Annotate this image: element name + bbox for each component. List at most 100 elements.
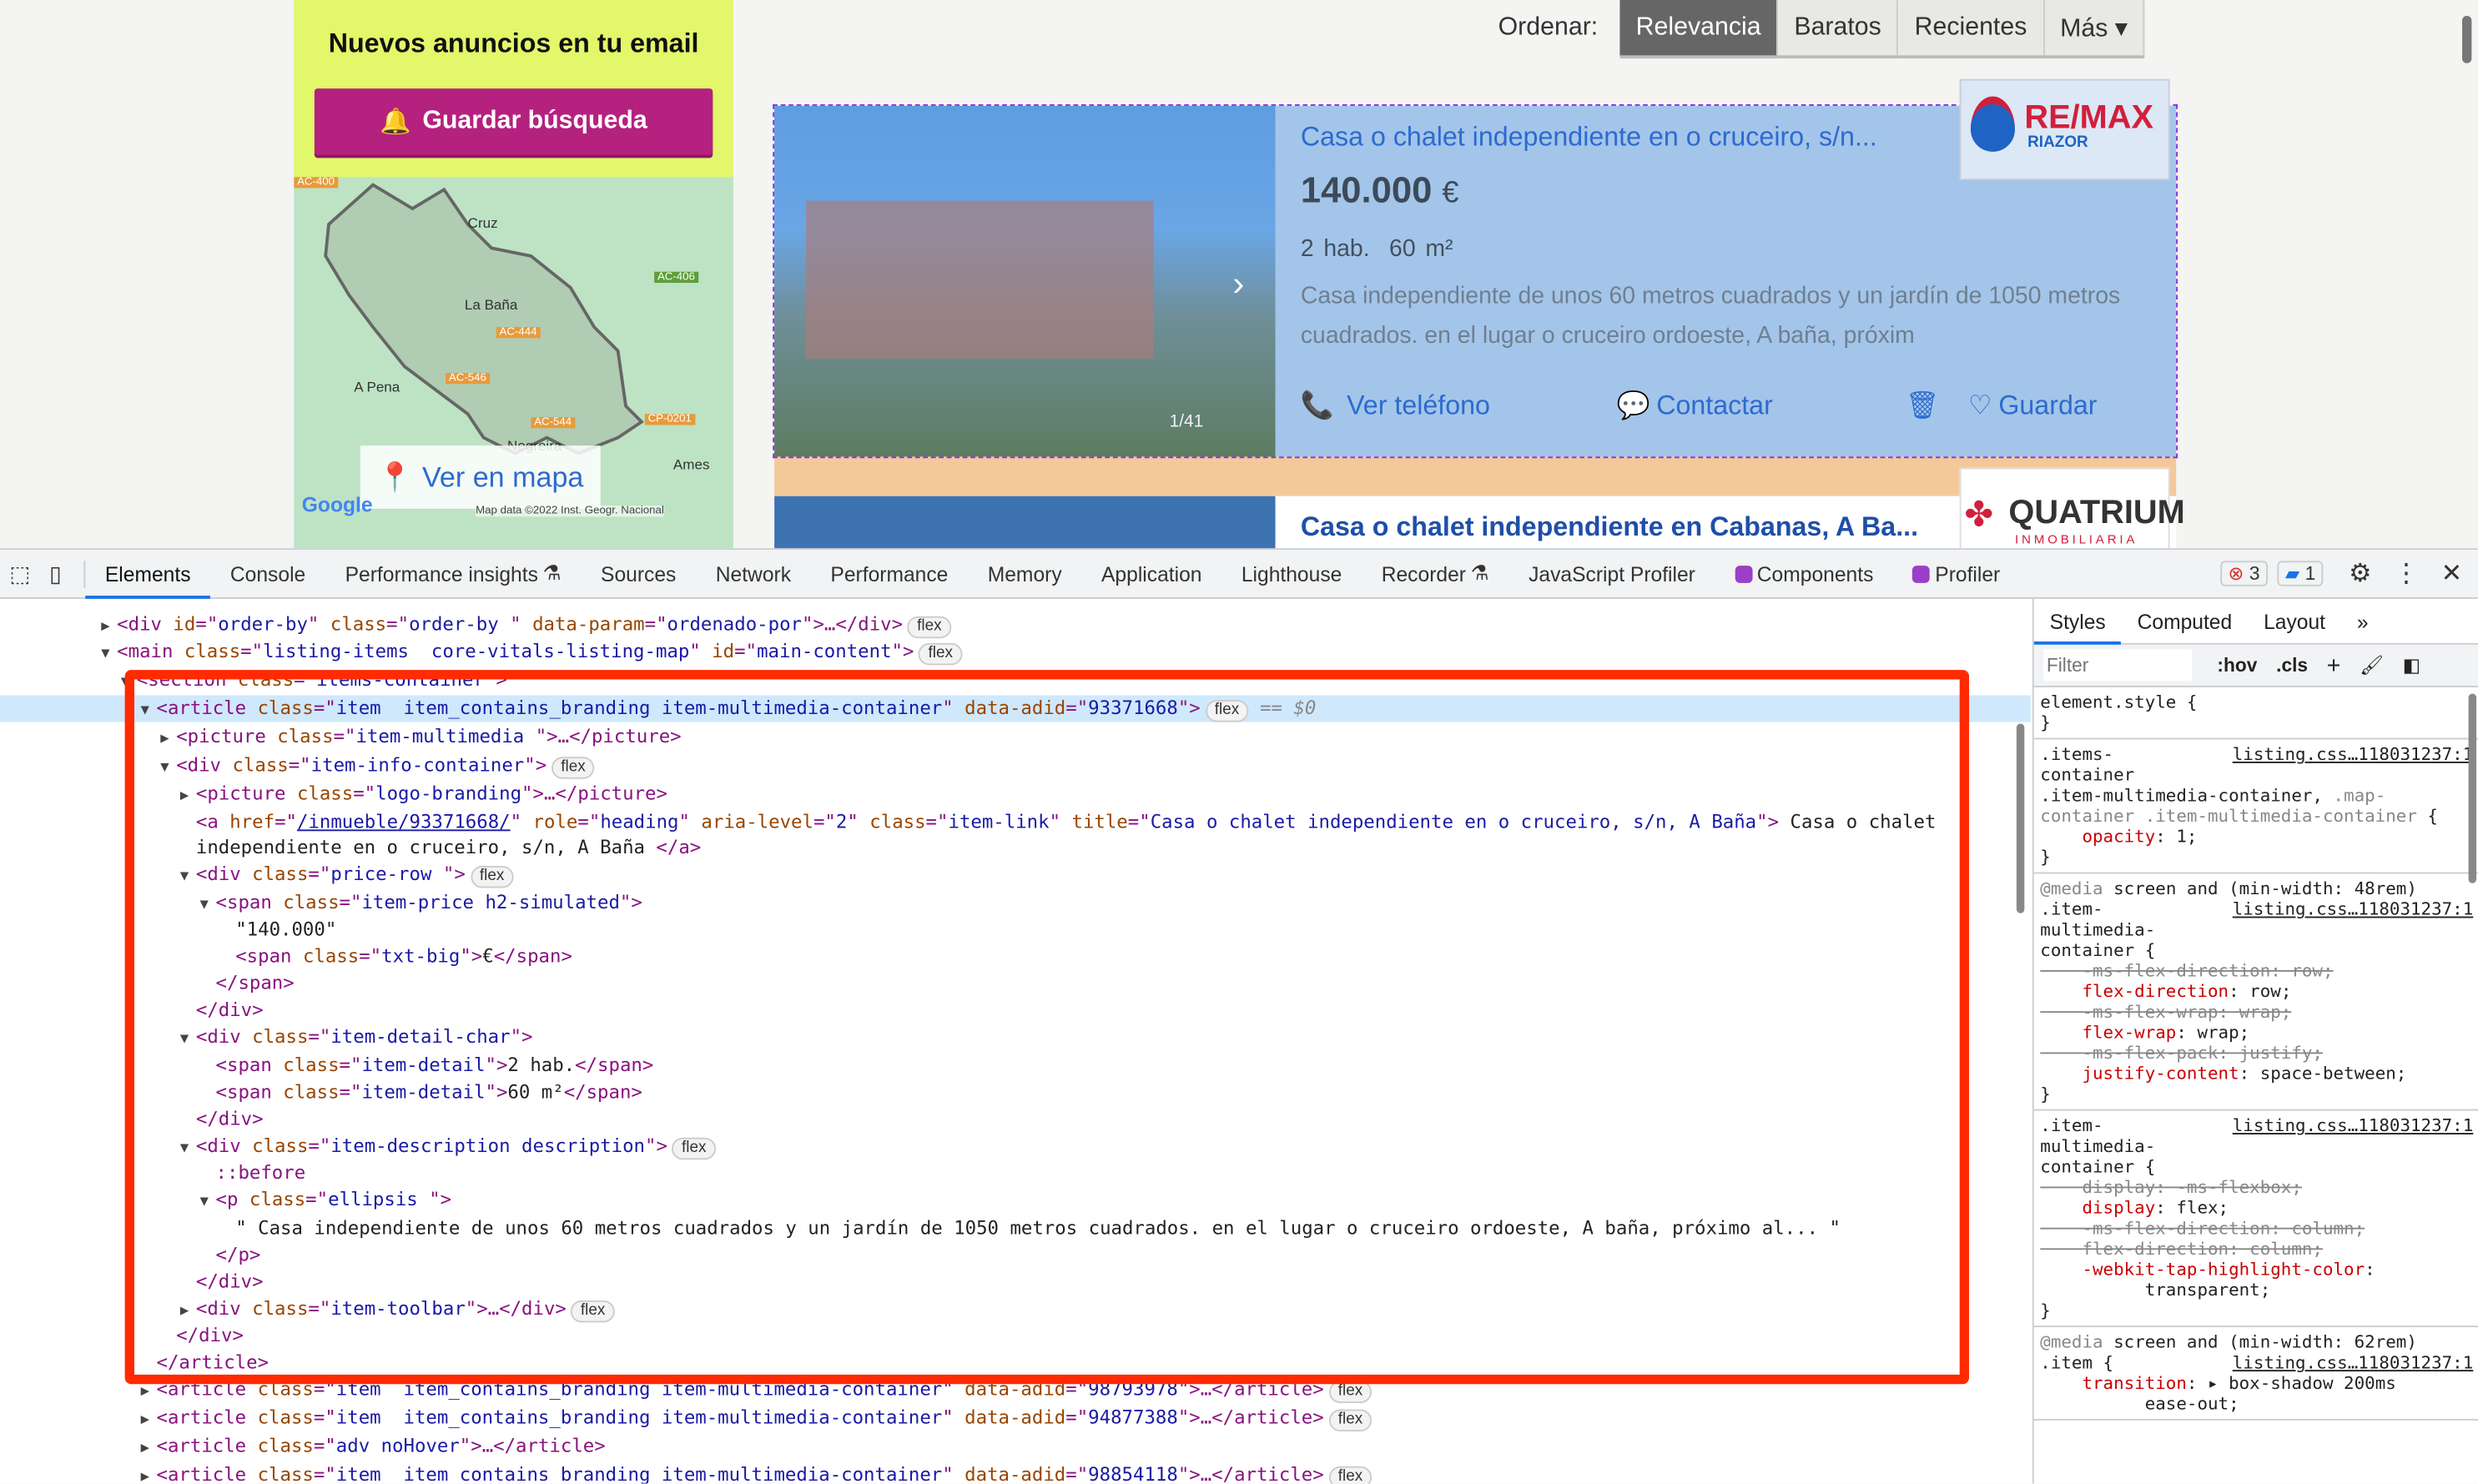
expand-toggle-icon[interactable]: ▶ — [141, 1465, 157, 1484]
styles-tab-layout[interactable]: Layout — [2248, 599, 2341, 643]
paint-icon[interactable]: 🖌 — [2360, 654, 2384, 677]
view-map-button[interactable]: 📍 Ver en mapa — [360, 445, 601, 509]
dom-node-row[interactable]: ▶ <div class="item-toolbar">…</div> flex — [0, 1295, 2031, 1323]
save-search-button[interactable]: 🔔 Guardar búsqueda — [314, 88, 713, 155]
expand-toggle-icon[interactable]: ▶ — [160, 727, 176, 754]
dom-node-row[interactable]: <span class="item-detail">2 hab.</span> — [0, 1052, 2031, 1079]
elements-tree[interactable]: ⋯ ▶<div id="order-by" class="order-by " … — [0, 599, 2031, 1484]
close-icon[interactable]: ✕ — [2441, 558, 2462, 590]
flex-badge[interactable]: flex — [551, 757, 596, 779]
agency-logo-remax[interactable]: RE/MAX RIAZOR — [1959, 78, 2170, 180]
expand-toggle-icon[interactable]: ▼ — [180, 864, 196, 892]
expand-toggle-icon[interactable]: ▼ — [160, 755, 176, 782]
flex-badge[interactable]: flex — [571, 1300, 615, 1323]
tab-memory[interactable]: Memory — [968, 550, 1081, 597]
expand-toggle-icon[interactable]: ▼ — [141, 698, 157, 726]
tab-performance[interactable]: Performance — [811, 550, 968, 597]
tab-console[interactable]: Console — [210, 550, 325, 597]
dom-node-row[interactable]: ▼ <span class="item-price h2-simulated"> — [0, 889, 2031, 917]
listing-title[interactable]: Casa o chalet independiente en Cabanas, … — [1301, 512, 1918, 544]
hov-toggle[interactable]: :hov — [2217, 654, 2257, 677]
dom-node-row[interactable]: </div> — [0, 997, 2031, 1024]
page-scrollbar[interactable] — [2462, 15, 2472, 63]
styles-tab-more[interactable]: » — [2341, 599, 2385, 643]
flex-badge[interactable]: flex — [1328, 1466, 1372, 1484]
dom-node-row[interactable]: ▶ <picture class="logo-branding">…</pictu… — [0, 781, 2031, 808]
dom-node-row[interactable]: ▼ <div class="item-description descriptio… — [0, 1133, 2031, 1160]
dom-node-row[interactable]: ▼ <div class="price-row "> flex — [0, 861, 2031, 888]
dom-node-row[interactable]: </span> — [0, 970, 2031, 998]
flex-badge[interactable]: flex — [1328, 1381, 1372, 1403]
dom-node-row[interactable]: </div> — [0, 1269, 2031, 1296]
tab-lighthouse[interactable]: Lighthouse — [1221, 550, 1362, 597]
map-preview[interactable]: Cruz La Baña A Pena Negreira Ames AC-400… — [294, 177, 733, 549]
dom-node-row[interactable]: ▼ <section class="items-container"> — [0, 667, 2031, 694]
error-count-badge[interactable]: ⊗ 3 — [2220, 561, 2269, 586]
code-token-link[interactable]: /inmueble/93371668/ — [297, 811, 511, 833]
dom-node-row[interactable]: ▶ <picture class="item-multimedia ">…</pi… — [0, 723, 2031, 751]
dom-node-row[interactable]: ▶ <article class="item item_contains_bran… — [0, 1461, 2031, 1484]
save-listing-button[interactable]: Guardar — [1998, 390, 2097, 422]
sort-recientes[interactable]: Recientes — [1898, 0, 2045, 56]
flex-badge[interactable]: flex — [1328, 1409, 1372, 1432]
elements-scrollbar[interactable] — [2016, 723, 2025, 913]
css-source-link[interactable]: listing.css…118031237:1 — [2233, 1352, 2474, 1373]
dom-node-row[interactable]: <a href="/inmueble/93371668/" role="head… — [0, 809, 2031, 837]
flex-badge[interactable]: flex — [1205, 700, 1249, 722]
view-phone-button[interactable]: Ver teléfono — [1347, 390, 1490, 422]
next-photo-icon[interactable]: › — [1232, 264, 1244, 304]
css-source-link[interactable]: listing.css…118031237:1 — [2233, 899, 2474, 920]
flex-badge[interactable]: flex — [470, 865, 514, 888]
tab-profiler[interactable]: Profiler — [1893, 550, 2020, 597]
expand-toggle-icon[interactable]: ▼ — [101, 641, 117, 669]
expand-toggle-icon[interactable]: ▶ — [141, 1380, 157, 1407]
cls-toggle[interactable]: .cls — [2276, 654, 2308, 677]
styles-tab-computed[interactable]: Computed — [2122, 599, 2248, 643]
dom-node-row[interactable]: <span class="item-detail">60 m²</span> — [0, 1079, 2031, 1107]
message-count-badge[interactable]: ▰ 1 — [2277, 561, 2324, 586]
styles-tab-styles[interactable]: Styles — [2033, 599, 2123, 645]
styles-scrollbar[interactable] — [2468, 693, 2477, 883]
dom-node-row[interactable]: ▼ <article class="item item_contains_bran… — [0, 695, 2031, 722]
dom-node-row[interactable]: ▶ <div id="order-by" class="order-by " da… — [0, 611, 2031, 639]
sort-baratos[interactable]: Baratos — [1778, 0, 1899, 56]
flex-badge[interactable]: flex — [907, 616, 951, 639]
dom-node-row[interactable]: ▶ <article class="item item_contains_bran… — [0, 1376, 2031, 1404]
dom-node-row[interactable]: ▶ <article class="adv noHover">…</article… — [0, 1433, 2031, 1461]
tab-performance-insights[interactable]: Performance insights ⚗ — [325, 550, 581, 597]
listing-title[interactable]: Casa o chalet independiente en o cruceir… — [1301, 122, 1877, 153]
dom-node-row[interactable]: </p> — [0, 1242, 2031, 1270]
dom-node-row[interactable]: " Casa independiente de unos 60 metros c… — [0, 1215, 2031, 1243]
tab-application[interactable]: Application — [1081, 550, 1221, 597]
tab-sources[interactable]: Sources — [581, 550, 696, 597]
tab-javascript-profiler[interactable]: JavaScript Profiler — [1508, 550, 1715, 597]
dom-node-row[interactable]: <span class="txt-big">€</span> — [0, 943, 2031, 971]
listing-photo[interactable]: › 1/41 — [774, 105, 1276, 457]
expand-toggle-icon[interactable]: ▶ — [141, 1408, 157, 1436]
dom-node-row[interactable]: </div> — [0, 1106, 2031, 1134]
styles-filter-input[interactable] — [2043, 649, 2193, 682]
dom-node-row[interactable]: "140.000" — [0, 917, 2031, 944]
tab-recorder[interactable]: Recorder ⚗ — [1362, 550, 1508, 597]
dom-node-row[interactable]: ::before — [0, 1160, 2031, 1187]
new-rule-icon[interactable]: + — [2327, 651, 2341, 678]
css-source-link[interactable]: listing.css…118031237:1 — [2233, 744, 2474, 765]
dom-node-row[interactable]: ▶ <article class="item item_contains_bran… — [0, 1405, 2031, 1432]
dom-node-row[interactable]: ▼ <div class="item-info-container"> flex — [0, 752, 2031, 780]
sort-relevancia[interactable]: Relevancia — [1619, 0, 1779, 56]
more-options-icon[interactable]: ⋮ — [2394, 558, 2419, 590]
dom-node-row[interactable]: ▼ <p class="ellipsis "> — [0, 1186, 2031, 1214]
expand-toggle-icon[interactable]: ▼ — [180, 1027, 196, 1054]
gear-icon[interactable]: ⚙ — [2349, 558, 2371, 590]
tab-elements[interactable]: Elements — [85, 550, 211, 599]
flex-badge[interactable]: flex — [672, 1137, 716, 1160]
sort-more-dropdown[interactable]: Más ▾ — [2044, 0, 2145, 56]
dom-node-row[interactable]: </article> — [0, 1350, 2031, 1377]
expand-toggle-icon[interactable]: ▼ — [121, 670, 137, 697]
dom-node-row[interactable]: independiente en o cruceiro, s/n, A Baña… — [0, 834, 2031, 862]
flex-badge[interactable]: flex — [919, 642, 963, 666]
dom-node-row[interactable]: ▼ <main class="listing-items core-vitals-… — [0, 638, 2031, 666]
contact-button[interactable]: Contactar — [1656, 390, 1773, 422]
expand-toggle-icon[interactable]: ▼ — [200, 1190, 216, 1217]
dom-node-row[interactable]: </div> — [0, 1322, 2031, 1350]
